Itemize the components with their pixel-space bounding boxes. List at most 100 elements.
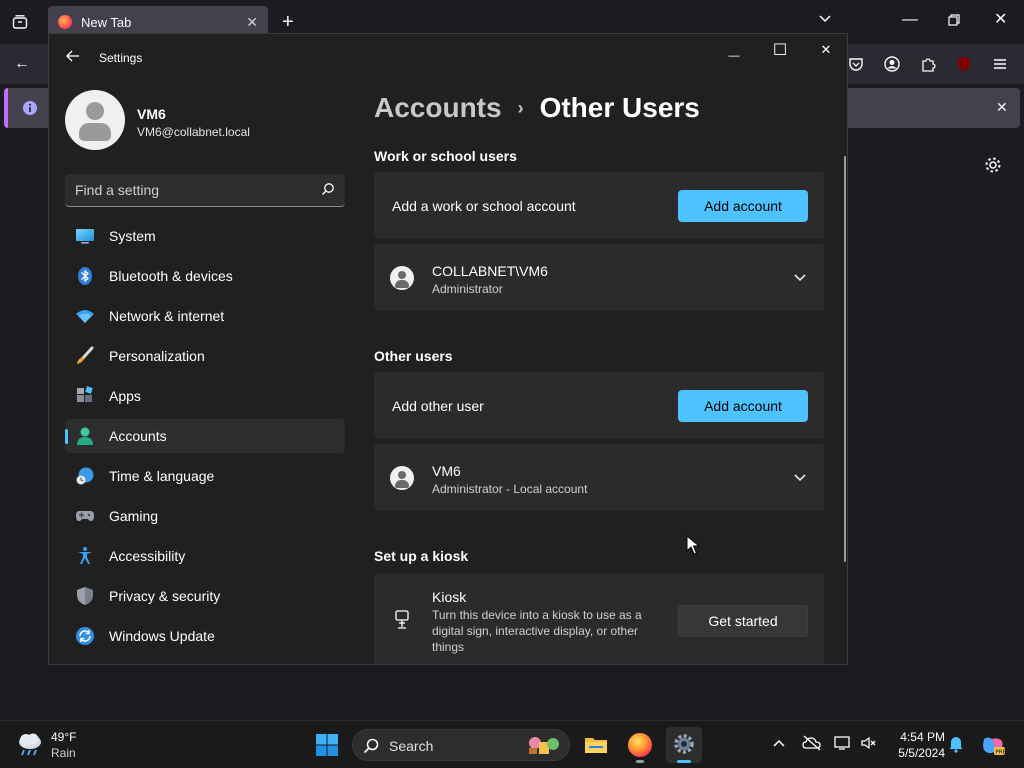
clock-time[interactable]: 4:54 PM [885,730,945,744]
sidebar-item-label: Apps [109,388,141,404]
gear-icon[interactable] [984,156,1002,178]
breadcrumb-parent[interactable]: Accounts [374,92,502,124]
settings-taskbar-button[interactable] [666,727,702,763]
accessibility-icon [75,546,95,566]
pocket-icon[interactable] [848,56,864,76]
sidebar-item-bluetooth[interactable]: Bluetooth & devices [65,259,345,293]
close-button[interactable]: ✕ [803,34,847,66]
search-highlight-icon [525,734,565,756]
extensions-icon[interactable] [920,56,936,76]
sidebar-item-network[interactable]: Network & internet [65,299,345,333]
tab-list-icon[interactable] [12,14,28,34]
network-icon[interactable] [834,735,854,755]
section-title-work: Work or school users [374,148,517,164]
local-user-name: VM6 [432,463,461,479]
section-title-kiosk: Set up a kiosk [374,548,469,564]
page-title: Other Users [539,92,700,123]
local-user-role: Administrator - Local account [432,482,588,496]
file-explorer-button[interactable] [578,727,614,763]
system-icon [75,226,95,246]
sidebar-item-windows-update[interactable]: Windows Update [65,619,345,653]
chevron-down-icon[interactable] [818,12,832,30]
windows-start-icon[interactable] [315,733,339,757]
get-started-button[interactable]: Get started [678,605,808,637]
add-work-account-label: Add a work or school account [392,198,576,214]
sidebar-item-label: Bluetooth & devices [109,268,233,284]
sidebar-item-label: System [109,228,156,244]
kiosk-description: Turn this device into a kiosk to use as … [432,608,642,654]
back-arrow-icon[interactable]: ← [14,56,30,72]
copilot-icon[interactable]: PRE [980,735,1007,756]
search-input[interactable] [65,174,315,206]
new-tab-icon[interactable]: + [282,12,294,32]
work-user-name: COLLABNET\VM6 [432,263,548,279]
sidebar-item-personalization[interactable]: Personalization [65,339,345,373]
gamepad-icon [75,506,95,526]
back-arrow-icon[interactable] [65,48,85,68]
account-icon[interactable] [884,56,900,76]
notification-bell-icon[interactable] [948,735,968,755]
chevron-up-icon[interactable] [771,735,791,755]
user-avatar-icon [390,266,414,290]
ublock-icon[interactable] [956,56,972,76]
globe-clock-icon [75,466,95,486]
sidebar-item-apps[interactable]: Apps [65,379,345,413]
bluetooth-icon [75,266,95,286]
update-icon [75,626,95,646]
browser-close-icon[interactable]: ✕ [994,12,1007,28]
browser-minimize-icon[interactable]: — [902,12,918,28]
accounts-icon [75,426,95,446]
sidebar-item-privacy[interactable]: Privacy & security [65,579,345,613]
volume-muted-icon[interactable] [860,735,880,755]
chevron-down-icon[interactable] [792,270,808,286]
svg-text:PRE: PRE [996,750,1007,756]
work-user-card[interactable]: COLLABNET\VM6 Administrator [374,244,824,311]
search-icon [363,738,379,754]
work-user-role: Administrator [432,282,503,296]
taskbar-search[interactable]: Search [352,729,570,761]
rain-cloud-icon[interactable] [16,731,44,757]
taskbar-search-label: Search [389,738,434,754]
shield-icon [75,586,95,606]
brush-icon [75,346,95,366]
sidebar-item-accessibility[interactable]: Accessibility [65,539,345,573]
kiosk-title: Kiosk [432,589,467,605]
firefox-taskbar-button[interactable] [622,727,658,763]
add-work-account-button[interactable]: Add account [678,190,808,222]
user-avatar-icon [390,466,414,490]
add-other-user-button[interactable]: Add account [678,390,808,422]
apps-icon [75,386,95,406]
clock-date[interactable]: 5/5/2024 [885,746,945,760]
weather-temperature[interactable]: 49°F [51,730,76,744]
section-title-other: Other users [374,348,453,364]
sidebar-item-label: Network & internet [109,308,225,324]
sidebar-item-label: Personalization [109,348,205,364]
browser-tab-title: New Tab [81,14,132,30]
weather-description[interactable]: Rain [51,746,76,760]
profile-name: VM6 [137,106,166,122]
add-work-account-card: Add a work or school account Add account [374,172,824,239]
kiosk-icon [394,610,410,630]
close-tab-icon[interactable]: ✕ [246,14,258,31]
breadcrumb-separator: › [517,97,524,118]
find-setting-box[interactable] [65,174,345,207]
browser-restore-icon[interactable] [948,14,960,30]
local-user-card[interactable]: VM6 Administrator - Local account [374,444,824,511]
chevron-down-icon[interactable] [792,470,808,486]
sidebar-item-label: Accounts [109,428,167,444]
menu-icon[interactable] [992,56,1008,76]
avatar [65,90,125,150]
sidebar-item-label: Windows Update [109,628,215,644]
maximize-button[interactable]: ☐ [757,34,803,66]
scrollbar[interactable] [844,156,846,562]
search-icon[interactable] [321,182,335,196]
close-notification-icon[interactable]: ✕ [996,100,1008,114]
sidebar-item-accounts[interactable]: Accounts [65,419,345,453]
sidebar-item-time-language[interactable]: Time & language [65,459,345,493]
minimize-button[interactable]: — [711,40,757,72]
onedrive-offline-icon[interactable] [802,735,822,755]
window-title: Settings [99,51,143,65]
add-other-user-label: Add other user [392,398,484,414]
sidebar-item-gaming[interactable]: Gaming [65,499,345,533]
sidebar-item-system[interactable]: System [65,219,345,253]
